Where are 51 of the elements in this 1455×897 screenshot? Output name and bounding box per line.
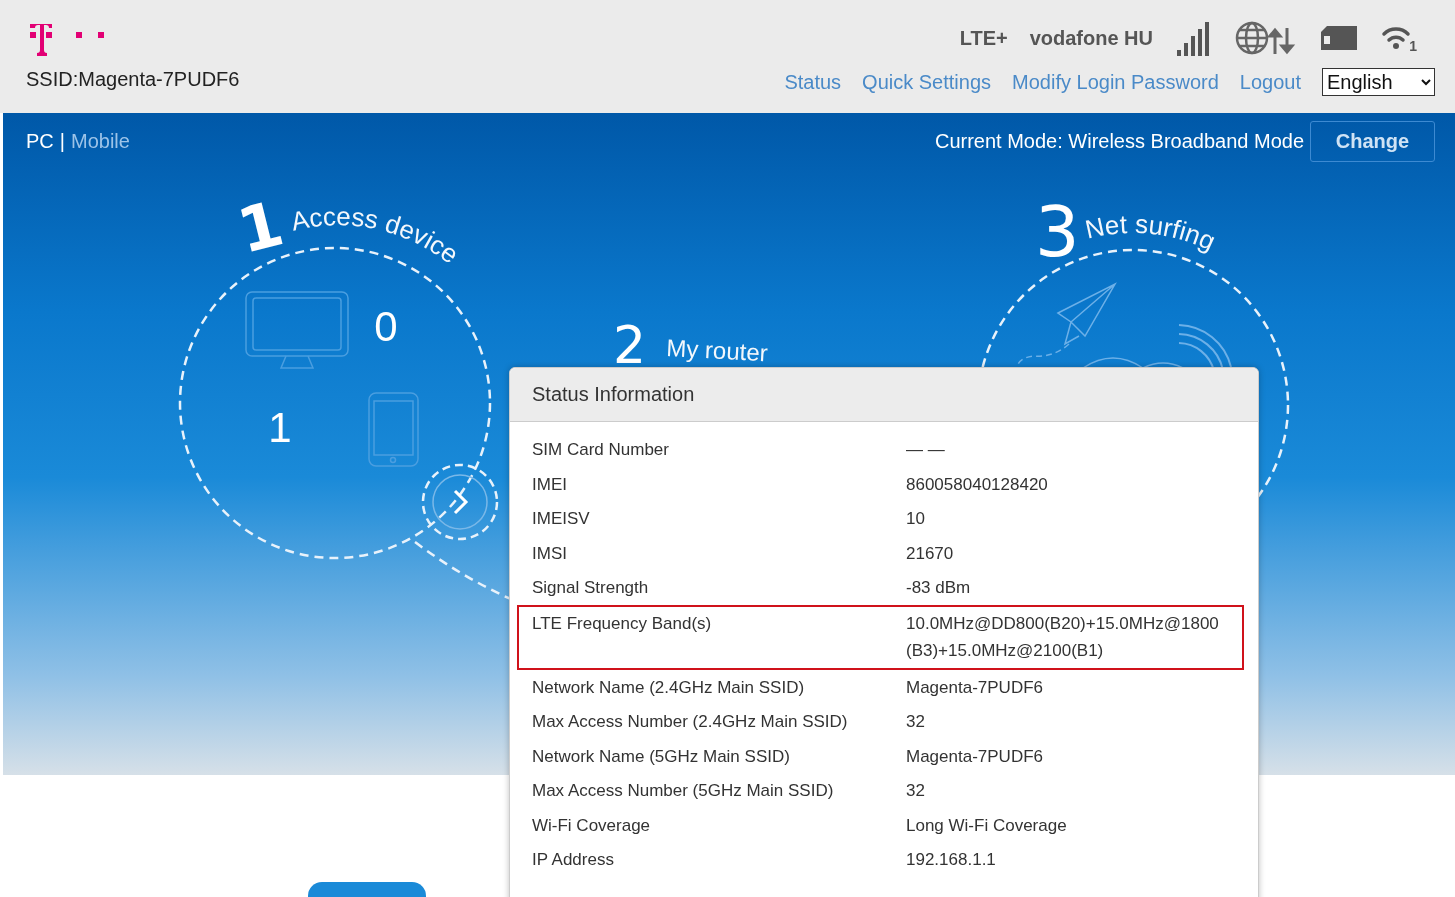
step-number: 1	[230, 186, 291, 268]
step-title: My router	[665, 334, 769, 367]
row-label: IMEI	[532, 473, 568, 496]
row-value: 860058040128420	[906, 473, 1049, 496]
row-label: IMSI	[532, 542, 568, 565]
step-title: Net surfing	[1082, 208, 1220, 257]
row-label: Network Name (5GHz Main SSID)	[532, 745, 791, 768]
change-button[interactable]: Change	[1310, 121, 1435, 162]
row-value: 10.0MHz@DD800(B20)+15.0MHz@1800(B3)+15.0MHz@2100(B1)	[906, 612, 1220, 662]
step-number: 2	[613, 315, 647, 375]
wifi-client-count: 1	[1409, 38, 1417, 54]
current-mode: Current Mode: Wireless Broadband Mode	[934, 130, 1304, 153]
device-count: 1	[268, 404, 292, 451]
row-value: — —	[906, 439, 946, 461]
view-link[interactable]: PC	[26, 130, 54, 153]
row-value: 32	[906, 711, 926, 733]
view-link[interactable]: Mobile	[71, 130, 130, 153]
row-label: Network Name (2.4GHz Main SSID)	[532, 676, 806, 699]
row-value: Long Wi-Fi Coverage	[906, 814, 1068, 837]
row-label: Max Access Number (5GHz Main SSID)	[532, 780, 835, 802]
operator-name: vodafone HU	[1029, 26, 1153, 50]
separator: |	[59, 130, 65, 153]
row-label: Signal Strength	[532, 577, 650, 599]
row-label: Wi-Fi Coverage	[532, 814, 652, 837]
row-value: 32	[906, 780, 926, 802]
row-value: Magenta-7PUDF6	[906, 745, 1044, 768]
row-value: -83 dBm	[906, 577, 972, 599]
row-label: LTE Frequency Band(s)	[532, 612, 713, 635]
row-label: IP Address	[532, 849, 615, 871]
nav-link[interactable]: Status	[784, 70, 842, 94]
monitor-icon	[245, 291, 349, 369]
phone-icon	[368, 392, 419, 467]
nav-link[interactable]: Quick Settings	[862, 70, 992, 94]
row-label: IMEISV	[532, 508, 591, 530]
row-value: 21670	[906, 542, 955, 565]
row-label: Max Access Number (2.4GHz Main SSID)	[532, 711, 849, 733]
step-number: 3	[1035, 191, 1080, 273]
nav-link[interactable]: Modify Login Password	[1012, 70, 1219, 94]
dialog-title: Status Information	[532, 383, 695, 406]
row-value: Magenta-7PUDF6	[906, 676, 1044, 699]
nav-link[interactable]: Logout	[1239, 70, 1301, 94]
sim-card-icon	[1319, 24, 1359, 52]
ssid-text: SSID:Magenta-7PUDF6	[26, 68, 240, 91]
row-value: 10	[906, 508, 926, 530]
row-value: 192.168.1.1	[906, 849, 997, 871]
device-count: 0	[374, 303, 398, 350]
globe-icon	[1235, 20, 1297, 56]
paper-plane-icon	[1057, 282, 1117, 346]
network-type: LTE+	[959, 26, 1008, 50]
language-select[interactable]: English	[1322, 68, 1435, 96]
row-label: SIM Card Number	[532, 439, 670, 461]
